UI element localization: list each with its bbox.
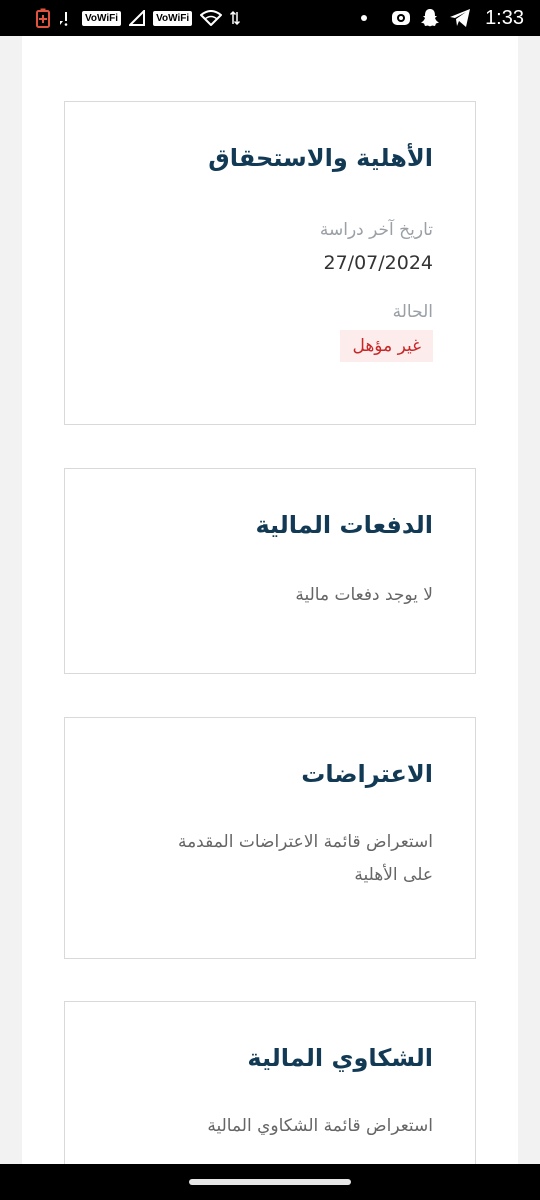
complaints-description-line1: استعراض قائمة الشكاوي المالية [207, 1116, 433, 1136]
objections-description-line1: استعراض قائمة الاعتراضات المقدمة [177, 832, 433, 852]
snapchat-icon [419, 7, 441, 29]
telegram-icon [449, 8, 471, 28]
payments-description: لا يوجد دفعات مالية [295, 585, 433, 605]
vowifi-badge-2: VoWiFi [153, 10, 193, 26]
last-study-label: تاريخ آخر دراسة [319, 220, 433, 240]
complaints-card[interactable]: الشكاوي المالية استعراض قائمة الشكاوي ال… [64, 1001, 476, 1164]
payments-title: الدفعات المالية [255, 511, 433, 539]
eligibility-title: الأهلية والاستحقاق [208, 144, 433, 172]
complaints-title: الشكاوي المالية [247, 1044, 433, 1072]
status-bar-right: 1:33 [359, 7, 524, 30]
status-bar: VoWiFi VoWiFi 1:33 [0, 0, 540, 36]
clock: 1:33 [485, 6, 524, 29]
objections-card[interactable]: الاعتراضات استعراض قائمة الاعتراضات المق… [64, 717, 476, 959]
objections-title: الاعتراضات [301, 760, 433, 788]
status-badge: غير مؤهل [340, 330, 433, 362]
last-study-date: 27/07/2024 [323, 252, 433, 274]
record-icon [391, 8, 411, 28]
eligibility-card[interactable]: الأهلية والاستحقاق تاريخ آخر دراسة 27/07… [64, 101, 476, 425]
data-arrows-icon [230, 10, 241, 26]
objections-description-line2: على الأهلية [354, 865, 433, 885]
battery-saver-icon [36, 8, 50, 28]
wifi-icon [200, 10, 223, 26]
status-bar-left: VoWiFi VoWiFi [36, 8, 241, 28]
signal-no-data-icon [58, 9, 74, 27]
status-badge-wrap: غير مؤهل [95, 330, 433, 362]
payments-card[interactable]: الدفعات المالية لا يوجد دفعات مالية [64, 468, 476, 674]
vowifi-badge-1: VoWiFi [82, 10, 122, 26]
home-gesture-handle[interactable] [189, 1179, 351, 1185]
gesture-nav-bar [0, 1164, 540, 1200]
signal-icon [129, 10, 146, 26]
page-background: الأهلية والاستحقاق تاريخ آخر دراسة 27/07… [0, 36, 540, 1164]
content-sheet: الأهلية والاستحقاق تاريخ آخر دراسة 27/07… [22, 36, 518, 1164]
dot-icon [359, 13, 369, 23]
status-label: الحالة [392, 302, 433, 322]
